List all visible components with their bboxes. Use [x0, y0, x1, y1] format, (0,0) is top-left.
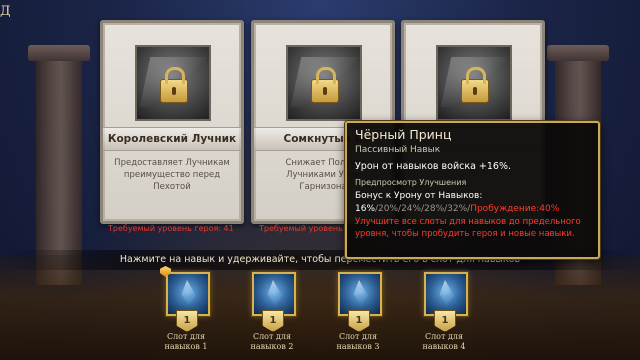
slot-level-badge: 1: [262, 310, 284, 332]
skill-slot-2[interactable]: 1 Слот для навыков 2: [246, 272, 298, 358]
lock-icon: [160, 67, 188, 103]
skill-tooltip: Чёрный Принц Пассивный Навык Урон от нав…: [345, 121, 600, 259]
skill-card-description: Предоставляет Лучникам преимущество пере…: [114, 158, 230, 192]
skill-art-2: [286, 45, 362, 121]
tooltip-bonus-label: Бонус к Урону от Навыков:: [355, 191, 483, 201]
slot-label: Слот для навыков 1: [164, 332, 208, 351]
skill-card-title: Королевский Лучник: [103, 127, 241, 151]
skill-slot-3[interactable]: 1 Слот для навыков 3: [332, 272, 384, 358]
skill-card-requirement: Требуемый уровень героя: 41: [108, 224, 234, 233]
tooltip-awaken-value: Пробуждение:40%: [470, 204, 560, 214]
slot-level-badge: 1: [348, 310, 370, 332]
slot-level-badge: 1: [434, 310, 456, 332]
tooltip-title: Чёрный Принц: [355, 127, 452, 142]
slot-skill-icon[interactable]: [166, 272, 210, 316]
skill-art-3: [436, 45, 512, 121]
slot-label: Слот для навыков 2: [250, 332, 294, 351]
slot-skill-icon[interactable]: [338, 272, 382, 316]
floor: [0, 255, 640, 360]
top-left-label: Д: [0, 4, 11, 19]
lock-icon: [311, 67, 339, 103]
tooltip-effect: Урон от навыков войска +16%.: [355, 161, 512, 172]
slot-label: Слот для навыков 4: [422, 332, 466, 351]
tooltip-bonus-values: 16%/20%/24%/28%/32%/Пробуждение:40%: [355, 204, 559, 214]
slot-label: Слот для навыков 3: [336, 332, 380, 351]
skill-slot-1[interactable]: 1 Слот для навыков 1: [160, 266, 212, 358]
tooltip-current-value: 16%: [355, 204, 376, 214]
slot-skill-icon[interactable]: [424, 272, 468, 316]
skill-card-requirement: Требуемый уровень: [259, 224, 343, 233]
skill-card-1[interactable]: Королевский Лучник Предоставляет Лучника…: [100, 20, 244, 224]
tooltip-skill-type: Пассивный Навык: [355, 145, 441, 155]
skill-slot-4[interactable]: 1 Слот для навыков 4: [418, 272, 470, 358]
tooltip-warning: Улучшите все слоты для навыков до предел…: [355, 217, 581, 239]
tooltip-next-values: /20%/24%/28%/32%/: [375, 204, 471, 214]
slot-skill-icon[interactable]: [252, 272, 296, 316]
skill-art-1: [135, 45, 211, 121]
lock-icon: [461, 67, 489, 103]
slot-level-badge: 1: [176, 310, 198, 332]
tooltip-preview-heading: Предпросмотр Улучшения: [355, 178, 467, 187]
